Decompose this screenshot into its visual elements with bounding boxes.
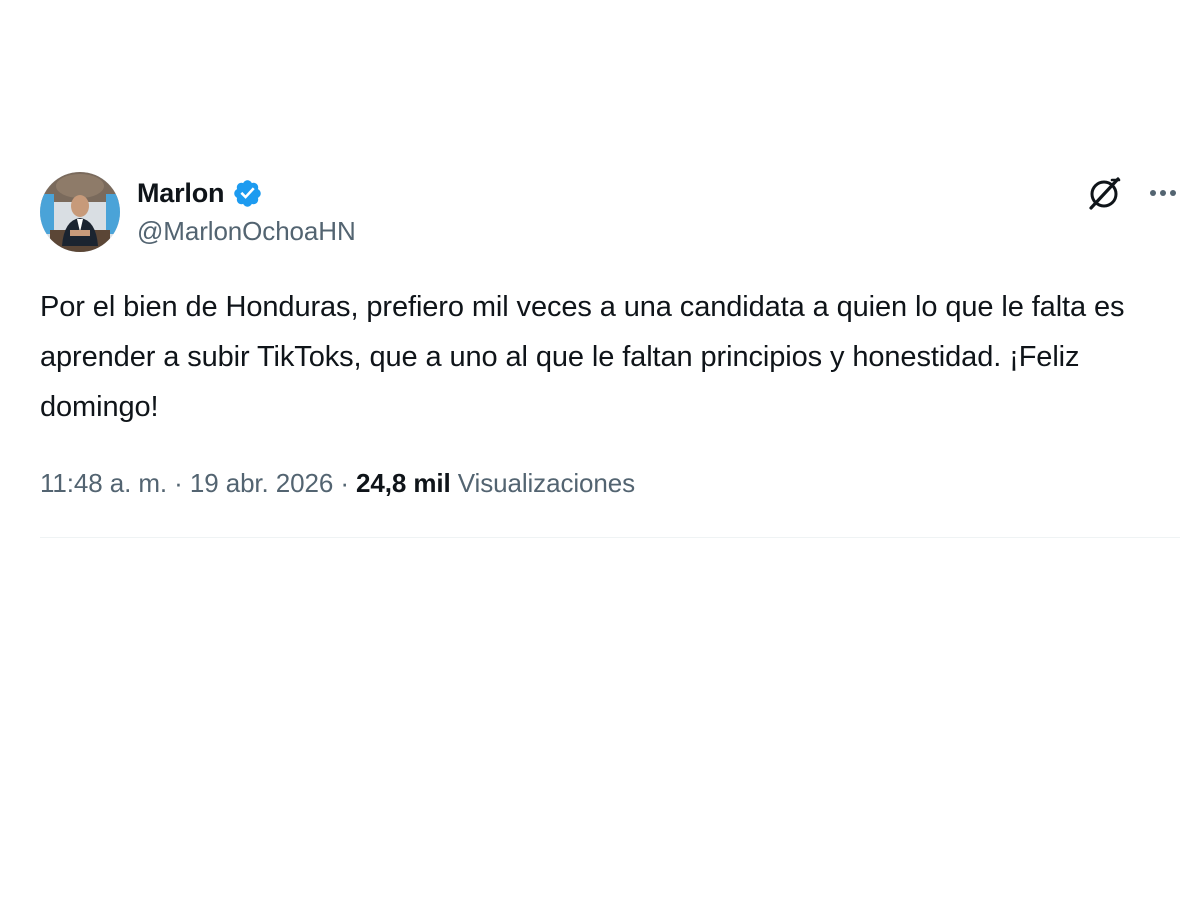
more-options-icon[interactable] — [1146, 176, 1180, 210]
display-name[interactable]: Marlon — [137, 178, 225, 209]
grok-icon[interactable] — [1084, 173, 1124, 213]
tweet-header: Marlon @MarlonOchoaHN — [40, 170, 1180, 256]
tweet-date[interactable]: 19 abr. 2026 — [190, 468, 333, 498]
avatar[interactable] — [40, 172, 120, 252]
divider — [40, 537, 1180, 538]
views-count: 24,8 mil — [356, 468, 451, 498]
tweet-actions — [1084, 170, 1180, 216]
tweet-text: Por el bien de Honduras, prefiero mil ve… — [40, 291, 1125, 423]
meta-separator: · — [167, 468, 190, 498]
author-names: Marlon @MarlonOchoaHN — [137, 176, 356, 247]
name-row: Marlon — [137, 176, 356, 210]
tweet-meta: 11:48 a. m. · 19 abr. 2026 · 24,8 mil Vi… — [40, 468, 1180, 499]
avatar-image — [40, 172, 120, 252]
views-label: Visualizaciones — [457, 468, 636, 498]
author-handle[interactable]: @MarlonOchoaHN — [137, 216, 356, 247]
meta-separator: · — [333, 468, 357, 498]
tweet-time[interactable]: 11:48 a. m. — [40, 468, 167, 498]
tweet-card: Marlon @MarlonOchoaHN Por el bien de Hon… — [40, 170, 1180, 499]
verified-badge-icon[interactable] — [232, 178, 263, 209]
